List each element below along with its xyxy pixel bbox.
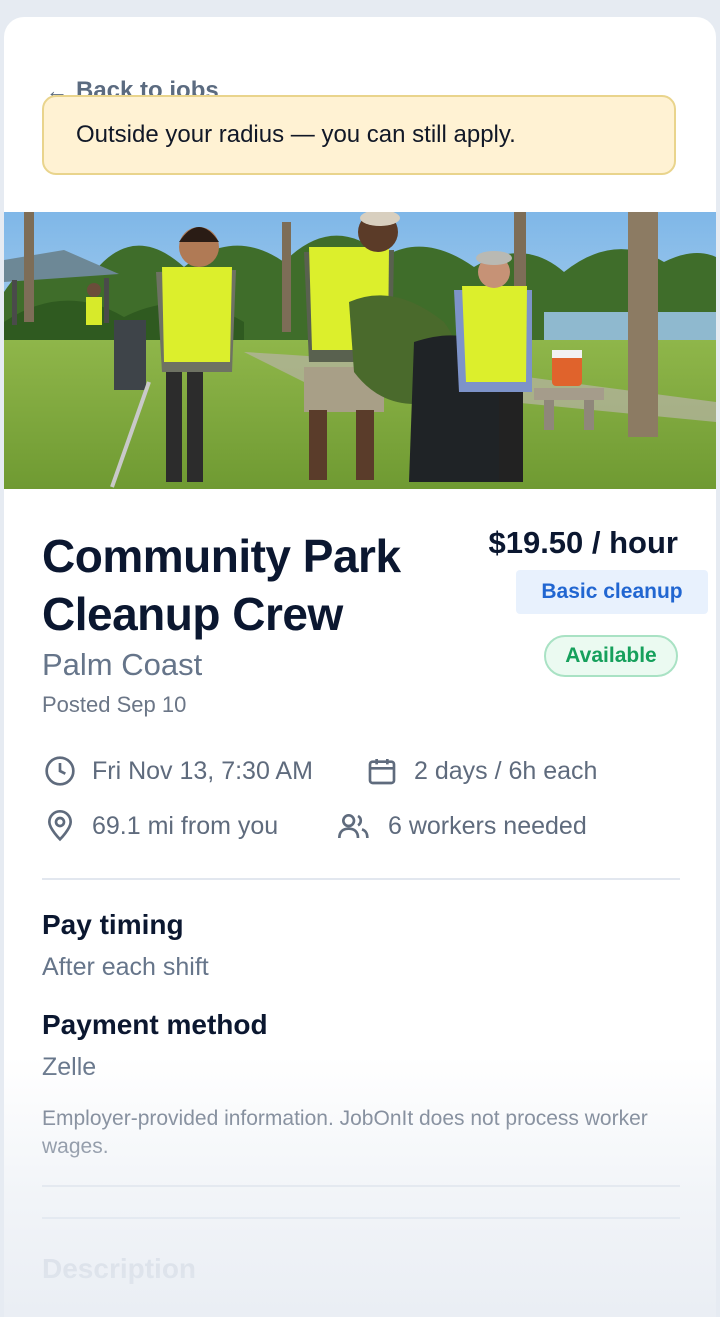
job-detail-card: ← Back to jobs Outside your radius — you… [4,17,716,1317]
payment-method-label: Payment method [42,1009,268,1040]
distance-row: 69.1 mi from you [44,810,278,842]
pay-rate: $19.50 / hour [488,525,678,560]
duration-row: 2 days / 6h each [366,755,597,787]
start-time-row: Fri Nov 13, 7:30 AM [44,755,313,787]
distance: 69.1 mi from you [92,811,279,840]
duration: 2 days / 6h each [414,756,598,785]
pay-timing-label: Pay timing [42,909,184,940]
divider [42,878,680,880]
radius-notice-text: Outside your radius — you can still appl… [76,121,516,148]
wage-disclaimer: Employer-provided information. JobOnIt d… [42,1107,648,1158]
payment-method-value: Zelle [42,1053,97,1081]
description-heading: Description [42,1253,197,1284]
workers-needed: 6 workers needed [388,811,587,840]
category-badge: Basic cleanup [516,570,708,614]
job-title: Community Park Cleanup Crew [42,530,401,640]
location-pin-icon [47,810,73,842]
posted-date: Posted Sep 10 [42,692,187,717]
pay-timing-value: After each shift [42,953,209,981]
job-city: Palm Coast [42,647,203,682]
job-hero-image [4,212,716,489]
calendar-icon [368,759,396,785]
users-icon [338,814,369,839]
divider [42,1217,680,1219]
divider [42,1185,680,1187]
radius-notice: Outside your radius — you can still appl… [42,95,676,175]
start-time: Fri Nov 13, 7:30 AM [92,756,313,785]
clock-icon [45,756,75,786]
workers-row: 6 workers needed [336,810,587,842]
status-badge: Available [544,635,678,677]
